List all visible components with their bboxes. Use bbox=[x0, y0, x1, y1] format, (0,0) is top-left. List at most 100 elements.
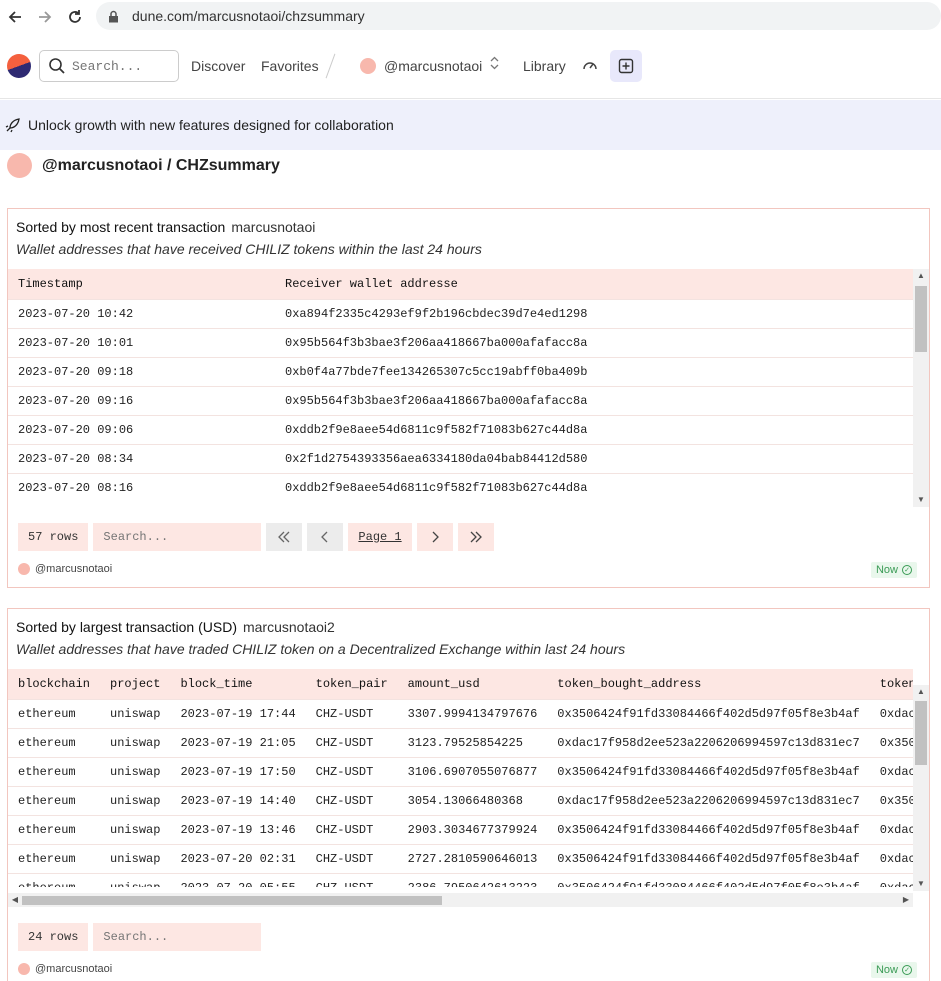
table-search[interactable] bbox=[93, 923, 262, 951]
promo-banner[interactable]: Unlock growth with new features designed… bbox=[0, 100, 941, 150]
column-header[interactable]: block_time bbox=[170, 669, 305, 699]
table-row[interactable]: 2023-07-20 09:18 0xb0f4a77bde7fee13426530… bbox=[8, 356, 913, 386]
back-button[interactable] bbox=[0, 2, 30, 32]
chevron-left-icon bbox=[321, 531, 328, 543]
dune-logo[interactable] bbox=[3, 50, 35, 82]
table-cell: 0xa894f2335c4293ef9f2b196cbdec39d7e4ed12… bbox=[275, 298, 913, 328]
table-cell: 0x3506424f91fd33084466f402d5d97f05f8e3b4… bbox=[547, 698, 870, 728]
table-row[interactable]: 2023-07-20 09:16 0x95b564f3b3bae3f206aa41… bbox=[8, 385, 913, 415]
nav-discover[interactable]: Discover bbox=[191, 58, 245, 74]
page-indicator[interactable]: Page 1 bbox=[348, 523, 412, 551]
table-cell: 2023-07-20 09:06 bbox=[8, 414, 275, 444]
column-header[interactable]: token_bought_address bbox=[547, 669, 869, 699]
table-cell: 2023-07-20 10:42 bbox=[8, 298, 275, 328]
table-row[interactable]: ethereum uniswap 2023-07-19 13:46 CHZ-USDT 2… bbox=[8, 814, 913, 844]
table-cell: 0x3506424f91fd33084466f402d5d97f05f8e3b4… bbox=[547, 843, 870, 873]
table-row[interactable]: 2023-07-20 10:42 0xa894f2335c4293ef9f2b19… bbox=[8, 298, 913, 328]
dashboard-title-text: @marcusnotaoi / CHZsummary bbox=[42, 156, 280, 174]
prev-page-button[interactable] bbox=[307, 523, 344, 551]
column-header[interactable]: Receiver wallet addresse bbox=[275, 269, 913, 299]
horizontal-scrollbar[interactable]: ◀ ▶ bbox=[8, 893, 913, 907]
first-page-button[interactable] bbox=[266, 523, 303, 551]
scroll-up-arrow-icon[interactable]: ▲ bbox=[913, 269, 929, 283]
create-button[interactable] bbox=[610, 50, 642, 82]
scroll-up-arrow-icon[interactable]: ▲ bbox=[913, 685, 929, 699]
table-row[interactable]: 2023-07-20 08:16 0xddb2f9e8aee54d6811c9f5… bbox=[8, 472, 913, 501]
panel-title-text[interactable]: Sorted by largest transaction (USD) bbox=[16, 619, 237, 635]
scroll-left-arrow-icon[interactable]: ◀ bbox=[8, 893, 22, 907]
table-cell: 2023-07-19 14:40 bbox=[170, 785, 306, 815]
next-page-button[interactable] bbox=[416, 523, 453, 551]
banner-text: Unlock growth with new features designed… bbox=[28, 117, 394, 133]
table-row[interactable]: ethereum uniswap 2023-07-19 14:40 CHZ-USDT 3… bbox=[8, 785, 913, 815]
table-search-input[interactable] bbox=[103, 530, 254, 544]
table-cell: 0xb0f4a77bde7fee134265307c5cc19abff0ba40… bbox=[275, 356, 913, 386]
table-row[interactable]: 2023-07-20 10:01 0x95b564f3b3bae3f206aa41… bbox=[8, 327, 913, 357]
table-cell: 0xdac17f958d2ee523a2206206994597c13d831e… bbox=[869, 872, 913, 887]
owner-avatar[interactable] bbox=[18, 563, 30, 575]
table-header-row: blockchain project block_time token_pair amo… bbox=[8, 669, 913, 699]
results-table-container: Timestamp Receiver wallet addresse 2023-0… bbox=[8, 269, 913, 501]
table-cell: 2023-07-20 08:34 bbox=[8, 443, 275, 473]
table-cell: 0xdac17f958d2ee523a2206206994597c13d831e… bbox=[869, 843, 913, 873]
table-cell: 2023-07-19 17:50 bbox=[170, 756, 306, 786]
scroll-down-arrow-icon[interactable]: ▼ bbox=[913, 493, 929, 507]
reload-button[interactable] bbox=[60, 2, 90, 32]
table-cell: ethereum bbox=[8, 872, 101, 887]
chevron-updown-icon[interactable] bbox=[490, 56, 499, 72]
table-cell: CHZ-USDT bbox=[305, 785, 398, 815]
scrollbar-thumb[interactable] bbox=[915, 701, 927, 765]
table-row[interactable]: ethereum uniswap 2023-07-19 21:05 CHZ-USDT 3… bbox=[8, 727, 913, 757]
speedometer-icon[interactable] bbox=[582, 58, 598, 77]
owner-avatar[interactable] bbox=[18, 963, 30, 975]
global-search[interactable] bbox=[39, 50, 179, 82]
scrollbar-thumb[interactable] bbox=[915, 286, 927, 352]
user-switcher[interactable]: @marcusnotaoi bbox=[384, 58, 482, 74]
table-cell: 0xddb2f9e8aee54d6811c9f582f71083b627c44d… bbox=[275, 472, 913, 501]
panel-owner[interactable]: @marcusnotaoi bbox=[35, 563, 112, 575]
scrollbar-thumb[interactable] bbox=[22, 896, 442, 905]
column-header[interactable]: project bbox=[100, 669, 170, 699]
status-badge[interactable]: Now ✓ bbox=[870, 962, 917, 978]
column-header[interactable]: Timestamp bbox=[8, 269, 275, 299]
last-page-button[interactable] bbox=[457, 523, 494, 551]
table-row[interactable]: ethereumuniswap2023-07-20 05:55CHZ-USDT2… bbox=[8, 872, 913, 887]
table-row[interactable]: ethereum uniswap 2023-07-19 17:50 CHZ-USDT 3… bbox=[8, 756, 913, 786]
status-badge[interactable]: Now ✓ bbox=[870, 562, 917, 578]
rocket-icon bbox=[5, 117, 20, 133]
column-header[interactable]: blockchain bbox=[8, 669, 100, 699]
table-row[interactable]: ethereum uniswap 2023-07-19 17:44 CHZ-USDT 3… bbox=[8, 698, 913, 728]
vertical-scrollbar[interactable]: ▲ ▼ bbox=[913, 269, 929, 507]
panel-owner[interactable]: @marcusnotaoi bbox=[35, 963, 112, 975]
panel-author[interactable]: marcusnotaoi bbox=[231, 219, 315, 235]
table-cell: 2023-07-19 17:44 bbox=[170, 698, 306, 728]
column-header[interactable]: token_sold_address bbox=[870, 669, 913, 699]
column-header[interactable]: token_pair bbox=[306, 669, 398, 699]
table-search-input[interactable] bbox=[103, 930, 254, 944]
check-circle-icon: ✓ bbox=[902, 965, 912, 975]
user-avatar[interactable] bbox=[360, 58, 376, 74]
nav-library[interactable]: Library bbox=[523, 58, 566, 74]
table-row[interactable]: 2023-07-20 08:34 0x2f1d2754393356aea63341… bbox=[8, 443, 913, 473]
column-header[interactable]: amount_usd bbox=[398, 669, 548, 699]
owner-avatar[interactable] bbox=[7, 153, 32, 178]
scroll-right-arrow-icon[interactable]: ▶ bbox=[899, 893, 913, 907]
global-search-input[interactable] bbox=[72, 58, 172, 74]
table-cell: 0x3506424f91fd33084466f402d5d97f05f8e3b4… bbox=[547, 814, 870, 844]
table-cell: 2386.7950642613223 bbox=[397, 872, 548, 887]
scroll-down-arrow-icon[interactable]: ▼ bbox=[913, 877, 929, 891]
vertical-scrollbar[interactable]: ▲ ▼ bbox=[913, 685, 929, 891]
nav-favorites[interactable]: Favorites bbox=[261, 58, 319, 74]
table-search[interactable] bbox=[93, 523, 262, 551]
status-text: Now bbox=[875, 564, 898, 576]
chevron-right-icon bbox=[432, 531, 439, 543]
table-cell: 2023-07-19 21:05 bbox=[170, 727, 306, 757]
panel-title-text[interactable]: Sorted by most recent transaction bbox=[16, 219, 225, 235]
panel-author[interactable]: marcusnotaoi2 bbox=[243, 619, 335, 635]
table-row[interactable]: 2023-07-20 09:06 0xddb2f9e8aee54d6811c9f5… bbox=[8, 414, 913, 444]
address-bar[interactable]: dune.com/marcusnotaoi/chzsummary bbox=[96, 2, 941, 30]
table-row[interactable]: ethereum uniswap 2023-07-20 02:31 CHZ-USDT 2… bbox=[8, 843, 913, 873]
results-table: Timestamp Receiver wallet addresse 2023-0… bbox=[8, 269, 913, 501]
table-cell: ethereum bbox=[8, 727, 101, 757]
forward-button[interactable] bbox=[30, 2, 60, 32]
